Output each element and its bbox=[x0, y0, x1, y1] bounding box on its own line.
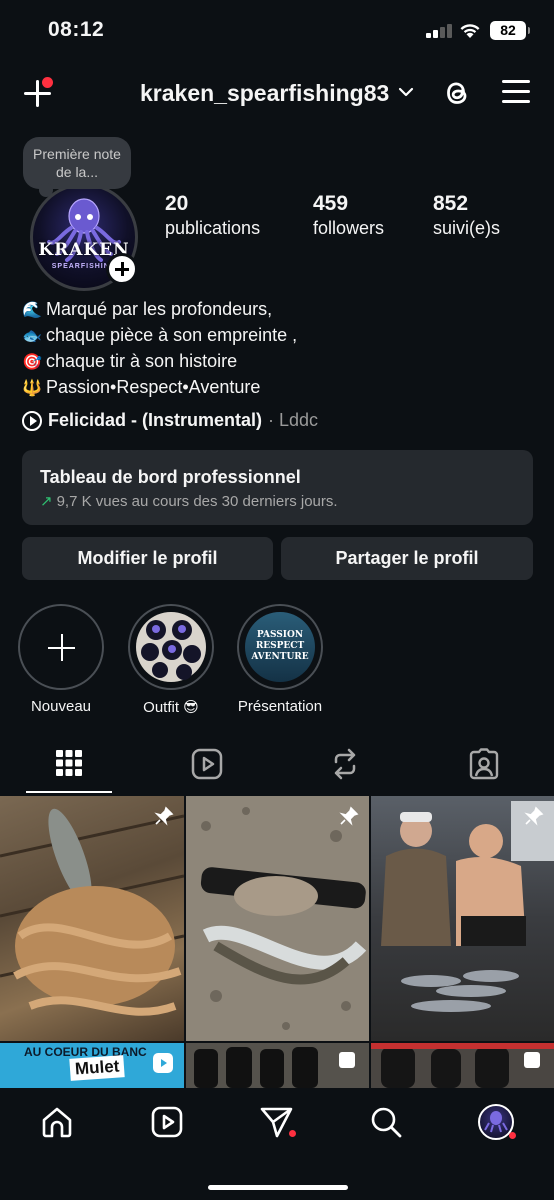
grid-post[interactable] bbox=[0, 796, 184, 1041]
edit-profile-button[interactable]: Modifier le profil bbox=[22, 537, 273, 580]
pinned-icon bbox=[154, 806, 174, 826]
catch-photo-icon bbox=[186, 796, 369, 1041]
reels-nav-icon[interactable] bbox=[151, 1106, 183, 1138]
chevron-down-icon[interactable] bbox=[398, 84, 414, 100]
bio-line: 🌊 Marqué par les profondeurs, bbox=[22, 297, 297, 323]
plus-icon bbox=[18, 604, 104, 690]
pinned-icon bbox=[524, 806, 544, 826]
battery-icon: 82 bbox=[490, 21, 530, 40]
grid-post[interactable] bbox=[186, 796, 369, 1041]
stat-number: 459 bbox=[313, 192, 349, 215]
wave-emoji-icon: 🌊 bbox=[22, 302, 42, 319]
add-story-button[interactable] bbox=[106, 253, 138, 285]
highlight-cover-text: PASSION RESPECT AVENTURE bbox=[251, 630, 309, 662]
status-time: 08:12 bbox=[48, 18, 105, 41]
pinned-icon bbox=[339, 806, 359, 826]
stat-followers[interactable]: 459 followers bbox=[313, 192, 384, 239]
stat-label: publications bbox=[165, 218, 261, 238]
carousel-icon bbox=[339, 1052, 355, 1068]
highlight-outfit[interactable]: Outfit 😎 bbox=[121, 604, 221, 716]
username-switcher[interactable]: kraken_spearfishing83 bbox=[140, 80, 389, 107]
profile-music[interactable]: Felicidad - (Instrumental) · Lddc bbox=[22, 410, 318, 431]
bio-line: 🐟 chaque pièce à son empreinte , bbox=[22, 323, 297, 349]
kraken-mini-logo-icon bbox=[484, 1111, 508, 1133]
status-bar: 08:12 82 bbox=[0, 0, 554, 60]
posts-grid: AU COEUR DU BANC Mulet bbox=[0, 796, 554, 1088]
notification-dot bbox=[42, 77, 53, 88]
profile-bio: 🌊 Marqué par les profondeurs, 🐟 chaque piè… bbox=[22, 297, 297, 401]
highlight-label: Nouveau bbox=[30, 698, 92, 715]
grid-post[interactable] bbox=[371, 796, 554, 1041]
threads-icon[interactable] bbox=[442, 77, 472, 109]
trend-up-icon: ↗ bbox=[40, 493, 53, 510]
bio-line: 🎯 chaque tir à son histoire bbox=[22, 349, 297, 375]
create-button[interactable] bbox=[22, 77, 54, 110]
stat-publications[interactable]: 20 publications bbox=[165, 192, 260, 239]
menu-icon[interactable] bbox=[502, 80, 530, 104]
professional-dashboard[interactable]: Tableau de bord professionnel ↗ 9,7 K vue… bbox=[22, 450, 533, 525]
catch-photo-icon bbox=[0, 808, 184, 1016]
reel-banner-word: Mulet bbox=[69, 1055, 126, 1081]
grid-post[interactable]: AU COEUR DU BANC Mulet bbox=[0, 1043, 184, 1088]
stat-label: suivi(e)s bbox=[433, 218, 501, 238]
stat-label: followers bbox=[313, 218, 385, 238]
stickers-cover-icon bbox=[141, 620, 201, 680]
profile-header: kraken_spearfishing83 bbox=[0, 70, 554, 116]
grid-post[interactable] bbox=[186, 1043, 369, 1088]
stat-following[interactable]: 852 suivi(e)s bbox=[433, 192, 500, 239]
divers-photo-icon bbox=[381, 801, 554, 1012]
highlight-cover: PASSION RESPECT AVENTURE bbox=[237, 604, 323, 690]
fish-emoji-icon: 🐟 bbox=[22, 328, 42, 345]
grid-post[interactable] bbox=[371, 1043, 554, 1088]
note-text: Première note de la... bbox=[33, 146, 121, 180]
signal-icon bbox=[426, 24, 454, 38]
reels-icon[interactable] bbox=[191, 748, 223, 780]
profile-note-bubble[interactable]: Première note de la... bbox=[23, 137, 131, 197]
bottom-nav bbox=[0, 1088, 554, 1200]
wifi-icon bbox=[460, 24, 480, 38]
highlight-label: Outfit 😎 bbox=[143, 699, 199, 716]
trident-emoji-icon: 🔱 bbox=[22, 380, 42, 397]
highlight-presentation[interactable]: PASSION RESPECT AVENTURE Présentation bbox=[230, 604, 330, 715]
music-artist: · Lddc bbox=[268, 410, 319, 430]
active-tab-indicator bbox=[26, 791, 112, 793]
stat-number: 852 bbox=[433, 192, 469, 215]
highlight-label: Présentation bbox=[237, 698, 323, 715]
reel-icon bbox=[153, 1053, 173, 1073]
grid-icon[interactable] bbox=[55, 748, 83, 778]
home-icon[interactable] bbox=[41, 1106, 73, 1138]
home-indicator bbox=[208, 1185, 348, 1190]
target-emoji-icon: 🎯 bbox=[22, 354, 42, 371]
music-song: Felicidad - (Instrumental) bbox=[48, 410, 263, 430]
messages-dot bbox=[289, 1130, 296, 1137]
search-icon[interactable] bbox=[370, 1106, 402, 1138]
highlight-new[interactable]: Nouveau bbox=[11, 604, 111, 715]
dashboard-title: Tableau de bord professionnel bbox=[40, 467, 301, 487]
dashboard-subtitle: 9,7 K vues au cours des 30 derniers jour… bbox=[56, 493, 338, 510]
highlight-cover bbox=[128, 604, 214, 690]
carousel-icon bbox=[524, 1052, 540, 1068]
stat-number: 20 bbox=[165, 192, 189, 215]
profile-notification-dot bbox=[509, 1132, 516, 1139]
share-profile-button[interactable]: Partager le profil bbox=[281, 537, 533, 580]
tagged-icon[interactable] bbox=[468, 748, 500, 780]
profile-tabs bbox=[0, 740, 554, 795]
play-icon bbox=[22, 410, 42, 431]
bio-line: 🔱 Passion•Respect•Aventure bbox=[22, 375, 297, 401]
reposts-icon[interactable] bbox=[330, 748, 360, 780]
